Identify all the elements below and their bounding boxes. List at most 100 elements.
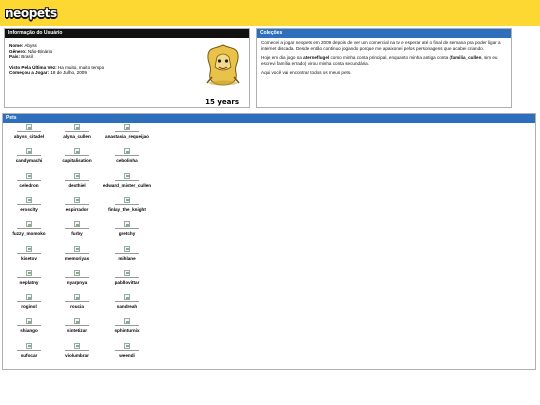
- pet-image-icon[interactable]: [26, 245, 32, 252]
- pet-item[interactable]: cebolinha: [95, 148, 159, 163]
- pet-name[interactable]: sufocar: [7, 353, 51, 358]
- pet-item[interactable]: roucia: [57, 294, 97, 309]
- pet-image-icon[interactable]: [74, 245, 80, 252]
- pet-divider: [17, 252, 41, 254]
- pet-item[interactable]: fuzzy_momoko: [7, 221, 51, 236]
- pet-item[interactable]: roginol: [7, 294, 51, 309]
- pet-item[interactable]: alyna_cullen: [57, 124, 97, 139]
- pet-image-icon[interactable]: [26, 318, 32, 325]
- pet-name[interactable]: candymachi: [7, 158, 51, 163]
- main-account-link[interactable]: aterneflugel: [303, 55, 329, 60]
- pet-item[interactable]: shiango: [7, 318, 51, 333]
- pet-image-icon[interactable]: [124, 342, 130, 349]
- pet-image-icon[interactable]: [74, 294, 80, 301]
- pet-name[interactable]: edward_mister_cullen: [95, 183, 159, 188]
- info-field-value: Ha muito, muito tempo: [57, 64, 105, 70]
- pet-image-icon[interactable]: [124, 318, 130, 325]
- pet-image-icon[interactable]: [124, 221, 130, 228]
- pet-name[interactable]: alyna_cullen: [57, 134, 97, 139]
- pet-image-icon[interactable]: [26, 294, 32, 301]
- pet-name[interactable]: weendi: [95, 353, 159, 358]
- pet-item[interactable]: sufocar: [7, 342, 51, 358]
- pet-image-icon[interactable]: [124, 124, 130, 130]
- pet-name[interactable]: mihlane: [95, 256, 159, 261]
- pet-image-icon[interactable]: [124, 294, 130, 301]
- pet-name[interactable]: dexthiel: [57, 183, 97, 188]
- pet-item[interactable]: nyarpnya: [57, 269, 97, 285]
- pet-name[interactable]: celedron: [7, 183, 51, 188]
- pet-name[interactable]: violumbrar: [57, 353, 97, 358]
- pet-image-icon[interactable]: [26, 124, 32, 130]
- pet-name[interactable]: roginol: [7, 304, 51, 309]
- pet-name[interactable]: memoriyas: [57, 256, 97, 261]
- pet-name[interactable]: capitalisation: [57, 158, 97, 163]
- pet-name[interactable]: erosclty: [7, 207, 51, 212]
- pet-name[interactable]: sintetizar: [57, 328, 97, 333]
- pet-image-icon[interactable]: [124, 245, 130, 252]
- pet-item[interactable]: erosclty: [7, 196, 51, 212]
- pet-name[interactable]: sphinturnix: [95, 328, 159, 333]
- pet-image-icon[interactable]: [74, 172, 80, 179]
- pet-image-icon[interactable]: [26, 269, 32, 276]
- pet-divider: [65, 131, 89, 132]
- pet-name[interactable]: abyss_citadel: [7, 134, 51, 139]
- pet-item[interactable]: violumbrar: [57, 342, 97, 358]
- pet-item[interactable]: kisetov: [7, 245, 51, 261]
- pet-item[interactable]: celedron: [7, 172, 51, 188]
- pet-image-icon[interactable]: [124, 148, 130, 155]
- pet-name[interactable]: finlay_the_knight: [95, 207, 159, 212]
- pet-item[interactable]: neplatny: [7, 269, 51, 285]
- pet-name[interactable]: furby: [57, 231, 97, 236]
- pet-item[interactable]: anastasia_requeijao: [95, 124, 159, 139]
- pet-image-icon[interactable]: [124, 269, 130, 276]
- pet-image-icon[interactable]: [74, 318, 80, 325]
- pet-item[interactable]: memoriyas: [57, 245, 97, 261]
- pet-name[interactable]: gretchy: [95, 231, 159, 236]
- pet-item[interactable]: sphinturnix: [95, 318, 159, 333]
- pet-item[interactable]: dexthiel: [57, 172, 97, 188]
- pet-name[interactable]: anastasia_requeijao: [95, 134, 159, 139]
- pet-image-icon[interactable]: [74, 269, 80, 276]
- pet-image-icon[interactable]: [26, 148, 32, 155]
- pet-image-icon[interactable]: [26, 342, 32, 349]
- pet-item[interactable]: sintetizar: [57, 318, 97, 333]
- pet-divider: [17, 155, 41, 157]
- pet-name[interactable]: kisetov: [7, 256, 51, 261]
- pet-image-icon[interactable]: [74, 342, 80, 349]
- pet-image-icon[interactable]: [74, 196, 80, 203]
- pet-item[interactable]: sandreah: [95, 294, 159, 309]
- secondary-account-link[interactable]: familia_cullen: [451, 55, 481, 60]
- pet-item[interactable]: edward_mister_cullen: [95, 172, 159, 188]
- pet-divider: [115, 131, 139, 132]
- pet-name[interactable]: fuzzy_momoko: [7, 231, 51, 236]
- pet-image-icon[interactable]: [74, 221, 80, 228]
- pet-name[interactable]: sandreah: [95, 304, 159, 309]
- pet-image-icon[interactable]: [26, 221, 32, 228]
- pet-item[interactable]: capitalisation: [57, 148, 97, 163]
- pet-item[interactable]: weendi: [95, 342, 159, 358]
- pet-name[interactable]: roucia: [57, 304, 97, 309]
- pet-image-icon[interactable]: [26, 172, 32, 179]
- pet-name[interactable]: shiango: [7, 328, 51, 333]
- pet-divider: [65, 155, 89, 157]
- pet-item[interactable]: gretchy: [95, 221, 159, 236]
- pet-name[interactable]: espirrador: [57, 207, 97, 212]
- pet-image-icon[interactable]: [26, 196, 32, 203]
- pet-name[interactable]: nyarpnya: [57, 280, 97, 285]
- pet-item[interactable]: furby: [57, 221, 97, 236]
- pet-name[interactable]: pabllovittar: [95, 280, 159, 285]
- pet-item[interactable]: candymachi: [7, 148, 51, 163]
- pet-image-icon[interactable]: [124, 172, 130, 179]
- pet-name[interactable]: cebolinha: [95, 158, 159, 163]
- pet-item[interactable]: pabllovittar: [95, 269, 159, 285]
- pet-item[interactable]: abyss_citadel: [7, 124, 51, 139]
- pet-image-icon[interactable]: [74, 148, 80, 155]
- neopets-logo[interactable]: neopets: [5, 6, 57, 20]
- pet-image-icon[interactable]: [124, 196, 130, 203]
- pet-image-icon[interactable]: [74, 124, 80, 130]
- pet-item[interactable]: finlay_the_knight: [95, 196, 159, 212]
- pet-name[interactable]: neplatny: [7, 280, 51, 285]
- pet-item[interactable]: espirrador: [57, 196, 97, 212]
- user-info-title: Informação do Usuário: [5, 29, 249, 38]
- pet-item[interactable]: mihlane: [95, 245, 159, 261]
